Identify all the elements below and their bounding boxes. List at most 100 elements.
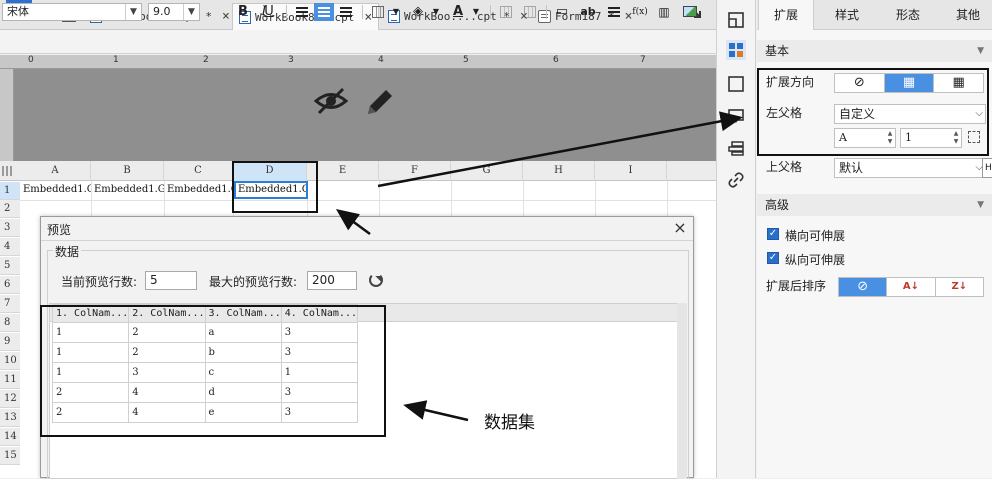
chevron-down-icon[interactable]: ▼ bbox=[977, 194, 984, 216]
ruler-number: 0 bbox=[28, 55, 34, 65]
chevron-down-icon[interactable]: ▼ bbox=[125, 4, 141, 20]
data-group-label: 数据 bbox=[53, 243, 82, 260]
chevron-down-icon[interactable]: ▼ bbox=[386, 3, 406, 21]
row-header-10[interactable]: 10 bbox=[0, 352, 20, 370]
eye-hidden-icon[interactable] bbox=[313, 86, 349, 116]
font-color-button[interactable]: A bbox=[448, 3, 468, 21]
table-scrollbar[interactable] bbox=[677, 303, 687, 479]
advanced-section-header[interactable]: 高级 ▼ bbox=[757, 194, 992, 216]
split-cells-button[interactable] bbox=[520, 3, 540, 21]
font-name-select[interactable]: 宋体 ▼ bbox=[2, 3, 142, 21]
max-rows-input[interactable]: 200 bbox=[307, 271, 357, 290]
pencil-icon[interactable] bbox=[364, 86, 398, 116]
paragraph-button[interactable] bbox=[604, 3, 624, 21]
hyperlink-icon[interactable] bbox=[726, 170, 746, 190]
align-right-button[interactable] bbox=[336, 3, 356, 21]
close-icon[interactable]: × bbox=[222, 9, 230, 24]
row-header-13[interactable]: 13 bbox=[0, 409, 20, 427]
chevron-down-icon[interactable]: ▼ bbox=[466, 3, 486, 21]
condition-attributes-icon[interactable] bbox=[726, 106, 746, 126]
merge-cells-button[interactable] bbox=[496, 3, 516, 21]
cell-a1[interactable]: Embedded1.G bbox=[21, 181, 91, 199]
no-sort-icon[interactable]: ⊘ bbox=[839, 278, 888, 296]
border-button[interactable] bbox=[368, 3, 388, 21]
tooltip-fragment: H bbox=[982, 158, 992, 178]
tab-form[interactable]: 形态 bbox=[880, 0, 936, 30]
row-header-3[interactable]: 3 bbox=[0, 219, 20, 237]
fill-color-button[interactable]: ◈ bbox=[408, 3, 428, 21]
column-header-i[interactable]: I bbox=[595, 161, 667, 181]
sort-descending-icon[interactable]: Z↓ bbox=[936, 278, 983, 296]
row-header-4[interactable]: 4 bbox=[0, 238, 20, 256]
row-header-15[interactable]: 15 bbox=[0, 447, 20, 465]
row-header-6[interactable]: 6 bbox=[0, 276, 20, 294]
underline-button[interactable]: U bbox=[259, 3, 279, 21]
sort-ascending-icon[interactable]: A↓ bbox=[887, 278, 936, 296]
paragraph-icon bbox=[608, 7, 620, 17]
column-header-f[interactable]: F bbox=[379, 161, 451, 181]
row-header-1[interactable]: 1 bbox=[0, 182, 20, 200]
refresh-icon[interactable] bbox=[369, 273, 383, 287]
basic-section-header[interactable]: 基本 ▼ bbox=[757, 40, 992, 62]
close-icon[interactable]: × bbox=[671, 219, 689, 237]
cell-c1[interactable]: Embedded1.G bbox=[165, 181, 233, 199]
row-header-11[interactable]: 11 bbox=[0, 371, 20, 389]
formula-button[interactable]: f(x) bbox=[630, 3, 650, 21]
select-all-icon[interactable] bbox=[2, 166, 14, 176]
insert-row-button[interactable]: ▭ bbox=[552, 3, 572, 21]
toolbar-divider bbox=[362, 5, 363, 19]
align-center-button[interactable] bbox=[314, 3, 334, 21]
layers-icon[interactable] bbox=[726, 138, 746, 158]
align-left-icon bbox=[296, 7, 308, 17]
row-header-5[interactable]: 5 bbox=[0, 257, 20, 275]
row-header-7[interactable]: 7 bbox=[0, 295, 20, 313]
cell-b1[interactable]: Embedded1.G bbox=[92, 181, 164, 199]
align-center-icon bbox=[318, 7, 330, 17]
cell-element-icon[interactable] bbox=[726, 10, 746, 30]
column-header-b[interactable]: B bbox=[91, 161, 164, 181]
column-header-a[interactable]: A bbox=[20, 161, 91, 181]
column-header-g[interactable]: G bbox=[451, 161, 523, 181]
toolbar-divider bbox=[286, 5, 287, 19]
horizontal-expand-checkbox[interactable]: ✓ bbox=[767, 228, 779, 240]
row-header-2[interactable]: 2 bbox=[0, 200, 20, 218]
image-icon bbox=[683, 6, 697, 17]
grid-line bbox=[20, 200, 716, 201]
chevron-down-icon[interactable]: ▼ bbox=[183, 4, 199, 20]
row-header-9[interactable]: 9 bbox=[0, 333, 20, 351]
align-left-button[interactable] bbox=[292, 3, 312, 21]
row-header-8[interactable]: 8 bbox=[0, 314, 20, 332]
row-header-14[interactable]: 14 bbox=[0, 428, 20, 446]
image-button[interactable] bbox=[680, 3, 700, 21]
font-size-select[interactable]: 9.0 ▼ bbox=[148, 3, 200, 21]
current-rows-input[interactable]: 5 bbox=[145, 271, 197, 290]
chevron-down-icon[interactable]: ▼ bbox=[977, 40, 984, 62]
ruler-number: 5 bbox=[463, 55, 469, 65]
column-header-h[interactable]: H bbox=[523, 161, 595, 181]
sort-toggle[interactable]: ⊘ A↓ Z↓ bbox=[838, 277, 984, 297]
max-rows-label: 最大的预览行数: bbox=[209, 275, 298, 289]
section-title: 高级 bbox=[765, 198, 790, 212]
toolbar-divider bbox=[546, 5, 547, 19]
tab-expand[interactable]: 扩展 bbox=[758, 0, 814, 30]
top-parent-select[interactable]: 默认 ⌵ bbox=[834, 158, 986, 178]
chevron-down-icon[interactable]: ▼ bbox=[426, 3, 446, 21]
ruler-number: 2 bbox=[203, 55, 209, 65]
row-header-12[interactable]: 12 bbox=[0, 390, 20, 408]
chart-button[interactable]: ▥ bbox=[654, 3, 674, 21]
text-button[interactable]: ab bbox=[578, 3, 598, 21]
tab-style[interactable]: 样式 bbox=[819, 0, 875, 30]
widget-settings-icon[interactable] bbox=[726, 74, 746, 94]
ruler-number: 6 bbox=[553, 55, 559, 65]
tab-other[interactable]: 其他 bbox=[940, 0, 992, 30]
split-icon bbox=[524, 6, 536, 18]
ruler-number: 4 bbox=[378, 55, 384, 65]
align-right-icon bbox=[340, 7, 352, 17]
column-header-c[interactable]: C bbox=[164, 161, 233, 181]
bold-button[interactable]: B bbox=[233, 3, 253, 21]
vertical-ruler bbox=[0, 69, 14, 161]
side-tool-strip bbox=[716, 0, 756, 478]
vertical-expand-checkbox[interactable]: ✓ bbox=[767, 252, 779, 264]
merge-icon bbox=[500, 6, 512, 18]
cell-attributes-icon[interactable] bbox=[726, 40, 746, 60]
